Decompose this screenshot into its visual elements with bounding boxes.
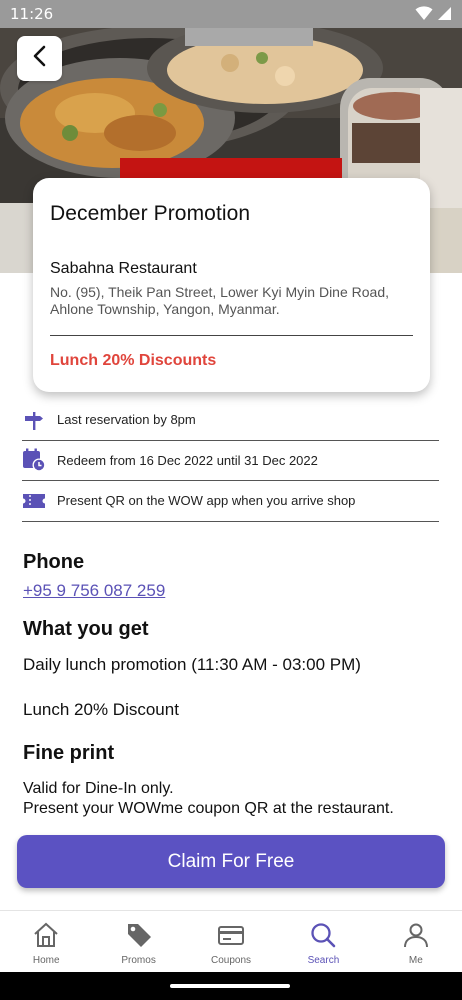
nav-item-me[interactable]: Me (370, 911, 462, 972)
nav-item-coupons[interactable]: Coupons (185, 911, 277, 972)
gesture-handle[interactable] (170, 984, 290, 988)
nav-label: Coupons (211, 955, 252, 966)
calendar-clock-icon (22, 448, 46, 472)
nav-item-home[interactable]: Home (0, 911, 92, 972)
info-row: Present QR on the WOW app when you arriv… (22, 481, 439, 522)
card-divider (50, 335, 413, 336)
gesture-bar (0, 972, 462, 1000)
back-button[interactable] (17, 36, 62, 81)
signpost-icon (22, 408, 46, 432)
fine-print-heading: Fine print (23, 742, 115, 764)
claim-button[interactable]: Claim For Free (17, 835, 445, 888)
tag-icon (124, 920, 154, 950)
what-you-get-line: Daily lunch promotion (11:30 AM - 03:00 … (23, 655, 361, 674)
discount-label: Lunch 20% Discounts (50, 352, 217, 369)
search-icon (308, 920, 338, 950)
nav-item-promos[interactable]: Promos (92, 911, 184, 972)
info-text: Last reservation by 8pm (57, 412, 196, 428)
phone-heading: Phone (23, 551, 85, 573)
restaurant-address: No. (95), Theik Pan Street, Lower Kyi My… (50, 284, 390, 317)
info-text: Redeem from 16 Dec 2022 until 31 Dec 202… (57, 452, 318, 468)
status-bar: 11:26 (0, 0, 462, 28)
nav-label: Home (32, 955, 60, 966)
info-row: Redeem from 16 Dec 2022 until 31 Dec 202… (22, 441, 439, 481)
info-text: Present QR on the WOW app when you arriv… (57, 493, 356, 509)
status-time: 11:26 (10, 5, 54, 23)
home-icon (31, 920, 61, 950)
bottom-nav: Home Promos Coupons Search Me (0, 910, 462, 972)
fine-print-line: Present your WOWme coupon QR at the rest… (23, 800, 394, 817)
nav-item-search[interactable]: Search (277, 911, 369, 972)
wifi-icon (415, 6, 433, 26)
what-you-get-line: Lunch 20% Discount (23, 700, 179, 719)
info-list: Last reservation by 8pm Redeem from 16 D… (22, 400, 439, 522)
status-icons (415, 6, 452, 26)
ticket-icon (22, 489, 46, 513)
restaurant-name: Sabahna Restaurant (50, 260, 197, 277)
nav-label: Me (408, 955, 423, 966)
fine-print-line: Valid for Dine-In only. (23, 780, 174, 797)
promo-title: December Promotion (50, 202, 251, 225)
signal-icon (437, 6, 452, 26)
details-section: Phone +95 9 756 087 259 What you get Dai… (23, 551, 443, 819)
what-you-get-heading: What you get (23, 618, 149, 640)
nav-label: Promos (121, 955, 156, 966)
promo-card: December Promotion Sabahna Restaurant No… (33, 178, 430, 392)
chevron-left-icon (31, 45, 49, 72)
phone-number-link[interactable]: +95 9 756 087 259 (23, 581, 443, 601)
info-row: Last reservation by 8pm (22, 400, 439, 441)
nav-label: Search (307, 955, 340, 966)
camera-notch (185, 28, 313, 46)
person-icon (401, 920, 431, 950)
coupon-card-icon (216, 920, 246, 950)
